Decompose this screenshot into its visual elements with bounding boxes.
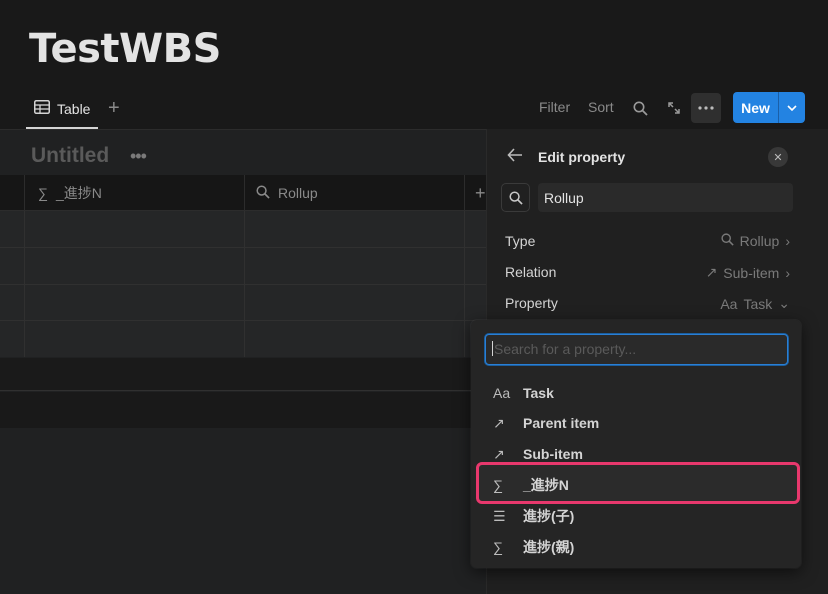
- column-divider: [244, 175, 245, 211]
- option-label: Sub-item: [523, 446, 583, 462]
- add-view-icon[interactable]: +: [108, 98, 120, 118]
- filter-button[interactable]: Filter: [539, 99, 570, 115]
- property-row[interactable]: Property Aa Task ⌄: [505, 293, 790, 313]
- option-progress-child[interactable]: ☰ 進捗(子): [485, 501, 801, 531]
- property-value: Aa Task ⌄: [720, 295, 790, 312]
- new-dropdown-chevron-icon[interactable]: [779, 92, 805, 123]
- table-icon: [34, 100, 50, 117]
- property-search-input[interactable]: Search for a property...: [485, 334, 788, 365]
- chevron-down-icon: ⌄: [778, 295, 790, 311]
- arrow-up-right-icon: ↗: [493, 414, 505, 431]
- table-header: ∑ _進捗N Rollup +: [0, 175, 486, 211]
- column-label: Rollup: [278, 185, 318, 201]
- property-value-text: Task: [743, 295, 773, 312]
- new-button-group: New: [733, 92, 805, 123]
- calculate-row[interactable]: [0, 392, 486, 428]
- relation-value: ↗ Sub-item ›: [706, 264, 790, 281]
- option-label: 進捗(子): [523, 508, 575, 524]
- table-more-icon[interactable]: •••: [130, 146, 147, 167]
- chevron-right-icon: ›: [785, 233, 790, 249]
- sigma-icon: ∑: [493, 539, 503, 555]
- column-divider: [24, 175, 25, 211]
- table-row[interactable]: [0, 247, 486, 248]
- sigma-icon: ∑: [38, 185, 48, 201]
- type-label: Type: [505, 233, 536, 249]
- table-title[interactable]: Untitled: [31, 144, 109, 168]
- option-label: 進捗(親): [523, 539, 575, 555]
- column-header-rollup[interactable]: Rollup: [256, 175, 318, 211]
- tab-table[interactable]: Table: [26, 90, 99, 129]
- selection-highlight: [476, 462, 800, 504]
- option-task[interactable]: Aa Task: [485, 378, 801, 408]
- option-label: Task: [523, 385, 554, 401]
- table-row[interactable]: [0, 284, 486, 285]
- tab-label: Table: [57, 100, 91, 117]
- search-icon: [256, 184, 270, 202]
- view-toolbar: Table + Filter Sort New: [0, 90, 828, 130]
- option-parent-item[interactable]: ↗ Parent item: [485, 408, 801, 438]
- expand-icon[interactable]: [659, 93, 689, 123]
- list-icon: ☰: [493, 507, 506, 524]
- option-label: Parent item: [523, 415, 600, 431]
- table-row[interactable]: [0, 320, 486, 321]
- column-label: _進捗N: [55, 185, 102, 201]
- text-caret: [492, 341, 493, 356]
- text-type-icon: Aa: [720, 295, 738, 312]
- property-label: Property: [505, 295, 558, 311]
- relation-row[interactable]: Relation ↗ Sub-item ›: [505, 262, 790, 282]
- table-area: Untitled ••• ∑ _進捗N Rollup +: [0, 130, 486, 594]
- search-icon: [721, 233, 734, 249]
- more-options-icon[interactable]: [691, 93, 721, 123]
- search-icon[interactable]: [625, 93, 655, 123]
- close-icon[interactable]: ✕: [768, 147, 788, 167]
- new-button[interactable]: New: [733, 92, 779, 123]
- add-column-icon[interactable]: +: [475, 175, 486, 211]
- new-row-area[interactable]: [0, 358, 486, 391]
- column-divider: [464, 175, 465, 211]
- table-body: [0, 211, 486, 357]
- text-type-icon: Aa: [493, 385, 511, 401]
- sort-button[interactable]: Sort: [588, 99, 614, 115]
- option-progress-parent[interactable]: ∑ 進捗(親): [485, 532, 801, 562]
- search-placeholder: Search for a property...: [494, 341, 637, 357]
- arrow-up-right-icon: ↗: [705, 264, 718, 280]
- panel-title: Edit property: [538, 149, 626, 165]
- page-title: TestWBS: [29, 26, 221, 72]
- type-value-text: Rollup: [739, 233, 780, 249]
- relation-label: Relation: [505, 264, 557, 280]
- column-header-progress[interactable]: ∑ _進捗N: [38, 175, 102, 211]
- chevron-right-icon: ›: [785, 264, 790, 281]
- property-icon-picker[interactable]: [501, 183, 530, 212]
- type-row[interactable]: Type Rollup ›: [505, 231, 790, 251]
- arrow-up-right-icon: ↗: [493, 445, 505, 462]
- property-dropdown: Search for a property... Aa Task ↗ Paren…: [471, 320, 801, 568]
- type-value: Rollup ›: [721, 233, 790, 249]
- back-arrow-icon[interactable]: [507, 146, 523, 167]
- property-name-input[interactable]: Rollup: [538, 183, 793, 212]
- relation-value-text: Sub-item: [723, 264, 780, 281]
